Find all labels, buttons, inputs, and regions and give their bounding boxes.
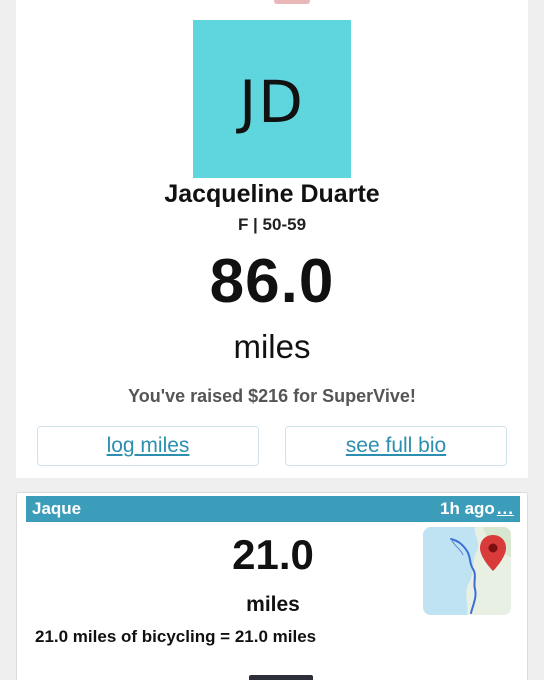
avatar-initials: JD <box>239 68 305 136</box>
activity-card[interactable]: Jaque 1h ago ... 21.0 miles 21.0 miles o… <box>16 492 528 680</box>
log-miles-label: log miles <box>106 434 190 457</box>
avatar: JD <box>193 20 351 178</box>
activity-time-label: 1h ago <box>440 499 495 518</box>
activity-header: Jaque 1h ago ... <box>26 496 520 522</box>
activity-user[interactable]: Jaque <box>32 499 81 519</box>
total-miles-unit: miles <box>233 328 311 365</box>
activity-time: 1h ago ... <box>440 499 514 519</box>
log-miles-button[interactable]: log miles <box>37 426 259 466</box>
more-options-icon[interactable]: ... <box>497 499 514 519</box>
profile-demographic: F | 50-59 <box>237 215 307 234</box>
route-map-icon <box>423 527 511 615</box>
top-indicator <box>274 0 310 4</box>
see-full-bio-button[interactable]: see full bio <box>285 426 507 466</box>
raised-amount-text: You've raised $216 for SuperVive! <box>128 386 416 406</box>
activity-description: 21.0 miles of bicycling = 21.0 miles <box>35 627 317 646</box>
profile-card: JD Jacqueline Duarte F | 50-59 86.0 mile… <box>16 0 528 478</box>
route-map-thumbnail[interactable] <box>423 527 511 615</box>
total-miles-value: 86.0 <box>209 247 335 316</box>
activity-photo-thumbnail[interactable] <box>249 675 313 680</box>
see-full-bio-label: see full bio <box>345 434 447 457</box>
profile-name: Jacqueline Duarte <box>164 180 380 208</box>
